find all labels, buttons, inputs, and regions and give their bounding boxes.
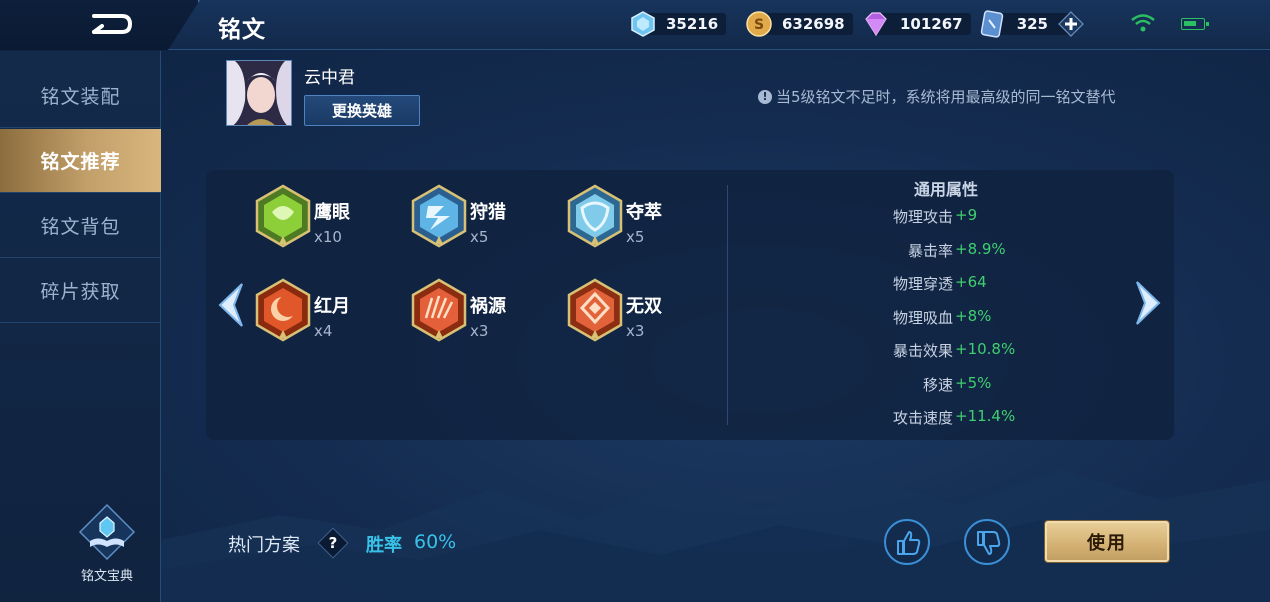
dislike-button[interactable] (964, 519, 1010, 565)
rune-count: x3 (626, 322, 645, 340)
attribute-row: 攻击速度 +11.4% (846, 407, 1086, 429)
codex-book-icon (78, 503, 136, 561)
help-button[interactable]: ? (318, 528, 348, 558)
previous-arrow-icon[interactable] (212, 280, 248, 330)
thumbs-up-icon (897, 531, 921, 555)
rune-slot[interactable]: 鹰眼 x10 (254, 184, 404, 254)
hero-name: 云中君 (304, 68, 355, 88)
red-moon-rune-icon (255, 278, 311, 342)
back-arrow-icon (92, 14, 133, 34)
next-arrow-icon[interactable] (1131, 278, 1167, 328)
attribute-label: 攻击速度 (892, 409, 953, 427)
attribute-row: 物理攻击 +9 (846, 206, 1086, 228)
rune-count: x3 (470, 322, 489, 340)
rune-name: 鹰眼 (314, 202, 350, 223)
attribute-value: +8% (955, 307, 992, 325)
calamity-rune-icon (411, 278, 467, 342)
change-hero-button[interactable]: 更换英雄 (304, 95, 420, 126)
attribute-label: 移速 (922, 376, 953, 394)
attribute-label: 物理吸血 (892, 309, 953, 327)
rune-name: 祸源 (470, 296, 506, 317)
diamond-counter: 35216 (630, 11, 727, 37)
page-title: 铭文 (218, 17, 266, 43)
hunt-rune-icon (411, 184, 467, 248)
sidebar-item-rune-bag[interactable]: 铭文背包 (0, 194, 161, 258)
rune-replacement-notice: ! 当5级铭文不足时，系统将用最高级的同一铭文替代 (758, 86, 1116, 107)
rune-count: x10 (314, 228, 342, 246)
gold-coin-icon: S (746, 11, 772, 37)
add-icon[interactable] (1058, 11, 1084, 37)
diamond-icon (631, 11, 655, 37)
codex-label: 铭文宝典 (80, 569, 133, 584)
use-button[interactable]: 使用 (1045, 521, 1169, 562)
attribute-row: 移速 +5% (846, 374, 1086, 396)
panel-divider (727, 185, 728, 425)
rune-name: 狩猎 (470, 202, 506, 223)
help-icon: ? (328, 534, 338, 552)
attribute-value: +9 (955, 206, 978, 224)
info-icon: ! (758, 89, 772, 104)
winrate-label: 胜率 (366, 535, 402, 556)
sidebar-item-fragment-acquire[interactable]: 碎片获取 (0, 259, 161, 323)
notice-text: 当5级铭文不足时，系统将用最高级的同一铭文替代 (776, 88, 1116, 106)
rune-count: x5 (626, 228, 645, 246)
sidebar-item-rune-recommend[interactable]: 铭文推荐 (0, 129, 161, 193)
rune-slot[interactable]: 狩猎 x5 (410, 184, 560, 254)
attribute-label: 物理穿透 (892, 275, 953, 293)
rune-codex-button[interactable]: 铭文宝典 (72, 503, 142, 593)
hero-avatar (226, 60, 292, 126)
winrate-value: 60% (414, 531, 457, 553)
attributes-title: 通用属性 (914, 180, 979, 199)
attribute-row: 物理穿透 +64 (846, 273, 1086, 295)
crystal-counter: 101267 (862, 11, 971, 37)
hero-portrait (227, 61, 291, 125)
plunder-rune-icon (567, 184, 623, 248)
rune-card-icon (980, 10, 1004, 38)
rune-slot[interactable]: 红月 x4 (254, 278, 404, 348)
attribute-row: 暴击效果 +10.8% (846, 340, 1086, 362)
rune-count: x4 (314, 322, 333, 340)
background-mountains (160, 470, 1270, 602)
attribute-label: 物理攻击 (892, 208, 953, 226)
rune-name: 无双 (626, 296, 662, 317)
top-bar: 铭文 35216 S 632698 101267 325 (0, 0, 1270, 50)
crystal-icon (865, 12, 887, 37)
rune-card-counter: 325 (980, 10, 1084, 38)
attribute-value: +11.4% (955, 407, 1016, 425)
hot-plan-label: 热门方案 (228, 535, 300, 556)
peerless-rune-icon (567, 278, 623, 342)
like-button[interactable] (884, 519, 930, 565)
attribute-row: 物理吸血 +8% (846, 307, 1086, 329)
eagle-eye-rune-icon (255, 184, 311, 248)
wifi-icon (1131, 14, 1155, 32)
back-button[interactable] (0, 0, 200, 50)
rune-slot[interactable]: 祸源 x3 (410, 278, 560, 348)
sidebar-item-rune-setup[interactable]: 铭文装配 (0, 64, 161, 128)
attribute-label: 暴击效果 (892, 342, 953, 360)
attribute-label: 暴击率 (907, 242, 953, 260)
rune-count: x5 (470, 228, 489, 246)
attribute-value: +64 (955, 273, 987, 291)
attribute-value: +5% (955, 374, 992, 392)
rune-slot[interactable]: 无双 x3 (566, 278, 716, 348)
rune-name: 夺萃 (626, 202, 662, 223)
gold-counter: S 632698 (746, 11, 853, 37)
battery-icon (1181, 18, 1209, 30)
svg-text:S: S (754, 17, 764, 33)
attribute-row: 暴击率 +8.9% (846, 240, 1086, 262)
thumbs-down-icon (977, 531, 1001, 555)
rune-name: 红月 (314, 296, 350, 317)
attribute-value: +10.8% (955, 340, 1016, 358)
rune-slot[interactable]: 夺萃 x5 (566, 184, 716, 254)
attribute-value: +8.9% (955, 240, 1006, 258)
